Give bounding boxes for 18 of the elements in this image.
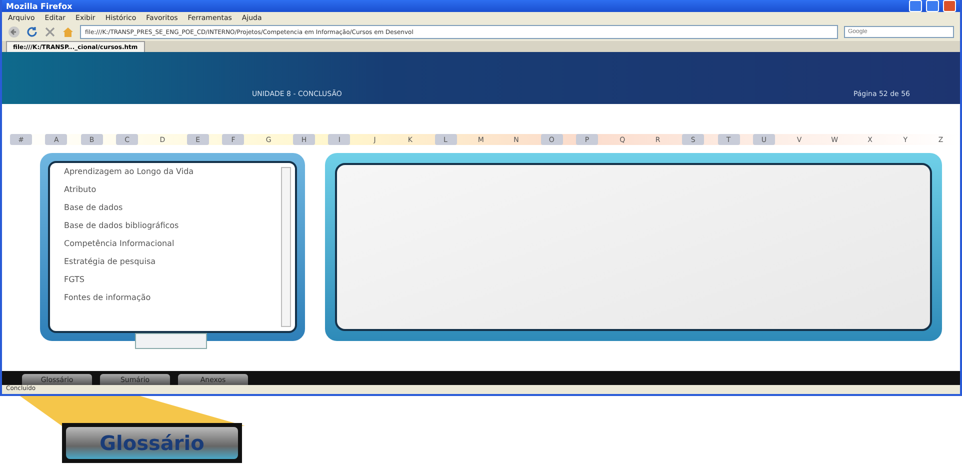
term-item[interactable]: Aprendizagem ao Longo da Vida xyxy=(64,167,281,176)
panel-handle[interactable] xyxy=(135,333,207,349)
reload-icon[interactable] xyxy=(26,26,38,38)
maximize-button[interactable] xyxy=(926,0,939,12)
close-button[interactable] xyxy=(943,0,956,12)
term-item[interactable]: Fontes de informação xyxy=(64,293,281,302)
back-icon[interactable] xyxy=(8,26,20,38)
term-item[interactable]: Base de dados xyxy=(64,203,281,212)
term-item[interactable]: Atributo xyxy=(64,185,281,194)
stop-icon[interactable] xyxy=(44,26,56,38)
scrollbar[interactable] xyxy=(281,167,291,327)
window-title: Mozilla Firefox xyxy=(6,2,74,10)
glossary-button-closeup: Glossário xyxy=(66,427,238,459)
minimize-button[interactable] xyxy=(909,0,922,12)
term-item[interactable]: FGTS xyxy=(64,275,281,284)
term-item[interactable]: Estratégia de pesquisa xyxy=(64,257,281,266)
term-item[interactable]: Base de dados bibliográficos xyxy=(64,221,281,230)
term-item[interactable]: Competência Informacional xyxy=(64,239,281,248)
